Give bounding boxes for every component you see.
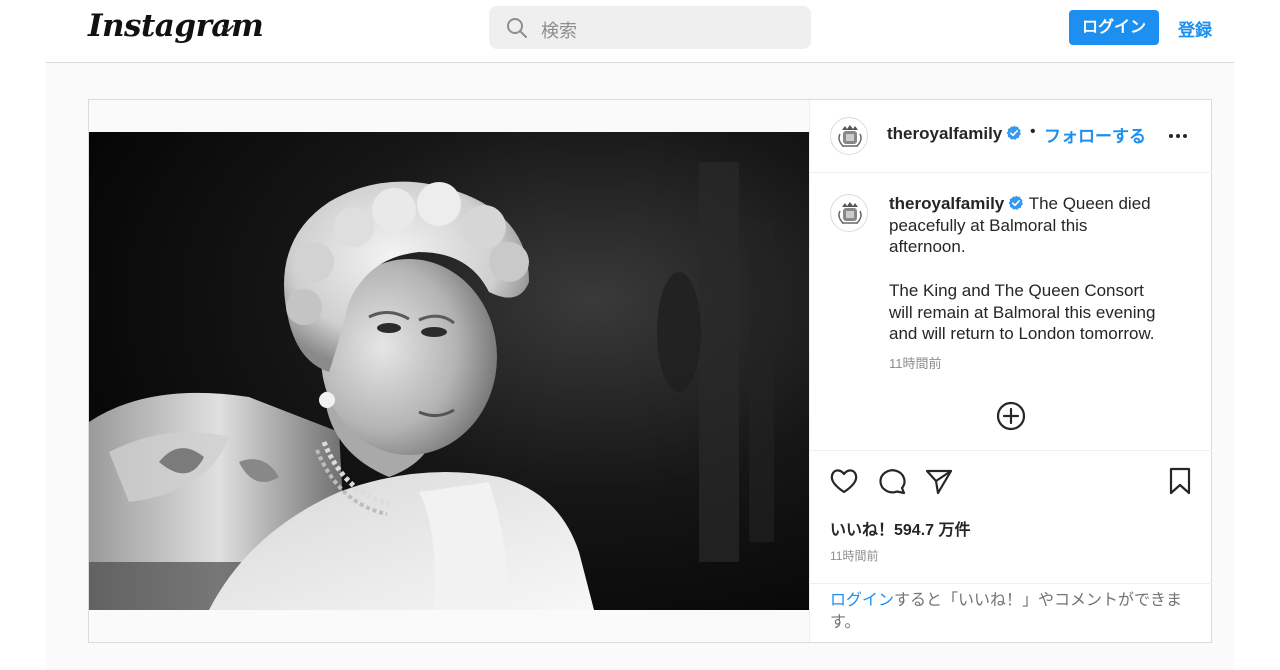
follow-button[interactable]: フォローする [1044,122,1146,147]
heart-icon[interactable] [829,466,859,496]
post-card: theroyalfamily • フォローする theroyalfamily T… [88,99,1212,643]
royal-crest-icon [832,119,867,154]
header-username[interactable]: theroyalfamily [887,124,1002,143]
add-comment-icon[interactable] [995,400,1027,432]
verified-icon [1008,195,1024,210]
login-button[interactable]: ログイン [1069,10,1159,45]
more-icon[interactable] [1166,124,1190,148]
footer-divider [810,583,1212,584]
login-prompt: ログインすると「いいね！」やコメントができます。 [830,590,1190,634]
separator-dot: • [1030,123,1036,140]
post-caption: theroyalfamily The Queen died peacefully… [889,193,1179,345]
avatar[interactable] [830,117,868,155]
verified-icon [1006,125,1022,140]
search-box[interactable]: 検索 [489,6,811,49]
share-icon[interactable] [924,466,954,496]
signup-link[interactable]: 登録 [1178,16,1212,41]
post-photo[interactable] [89,132,809,610]
caption-avatar[interactable] [830,194,868,232]
caption-text: peacefully at Balmoral this [889,215,1088,235]
instagram-logo[interactable]: Instagram [88,8,264,44]
actions-divider [810,450,1212,451]
comment-icon[interactable] [877,466,907,496]
caption-timestamp: 11時間前 [889,356,942,371]
header-username-row: theroyalfamily [887,124,1022,144]
login-prompt-link[interactable]: ログイン [830,592,894,609]
caption-username[interactable]: theroyalfamily [889,194,1004,213]
post-header: theroyalfamily • フォローする [810,100,1212,173]
search-icon [507,18,527,38]
search-placeholder: 検索 [541,21,577,41]
post-media [89,100,809,642]
caption-line-1: theroyalfamily The Queen died [889,193,1179,215]
bookmark-icon[interactable] [1165,466,1195,496]
royal-crest-icon [832,196,867,231]
caption-text: afternoon. [889,237,966,257]
like-count[interactable]: いいね！594.7 万件 [830,516,971,540]
post-timestamp[interactable]: 11時間前 [830,547,878,564]
post-sidebar: theroyalfamily • フォローする theroyalfamily T… [809,100,1212,642]
caption-text: will remain at Balmoral this evening [889,302,1156,322]
caption-text: The Queen died [1028,194,1151,213]
caption-text: and will return to London tomorrow. [889,324,1155,344]
chevron-down-icon[interactable] [220,20,236,36]
top-navigation-bar: Instagram 検索 ログイン 登録 [0,0,1280,62]
caption-text: The King and The Queen Consort [889,280,1144,300]
